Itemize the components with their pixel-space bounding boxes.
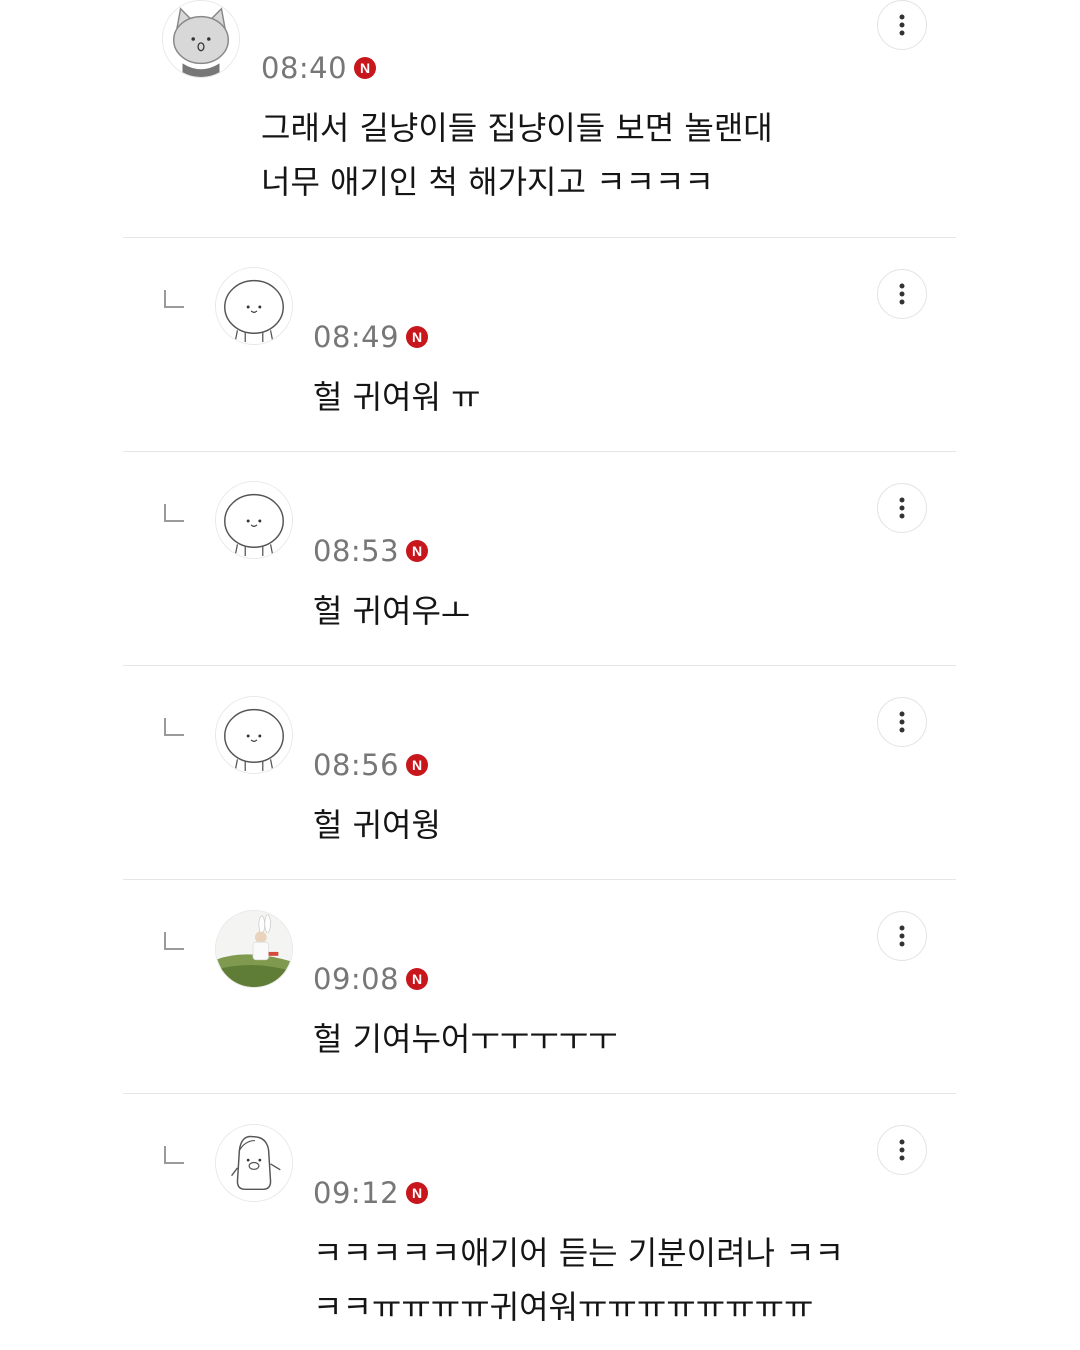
new-badge: N [406,540,429,562]
divider [123,879,956,880]
more-vertical-icon [899,711,905,733]
avatar[interactable] [215,481,293,559]
more-options-button[interactable] [877,697,927,747]
reply-arrow-icon [164,504,184,522]
comment-text-line: 헐 귀여우ㅗ [313,592,471,630]
comment-meta: 08:53 N [313,534,429,568]
comment-time: 08:53 [313,534,400,568]
comment-meta: 08:40 N [261,51,377,85]
comment-meta: 09:12 N [313,1176,429,1210]
comment-text-line: 헐 기여누어ㅜㅜㅜㅜㅜ [313,1020,618,1058]
more-options-button[interactable] [877,483,927,533]
comment-text-line: 너무 애기인 척 해가지고 ㅋㅋㅋㅋ [261,163,714,201]
comment-meta: 08:56 N [313,748,429,782]
more-vertical-icon [899,14,905,36]
comment-text-line: ㅋㅋㅋㅋㅋ애기어 듣는 기분이려나 ㅋㅋ [313,1234,844,1272]
more-options-button[interactable] [877,911,927,961]
comment-text-line: 헐 귀여워 ㅠ [313,378,481,416]
comment-time: 09:08 [313,962,400,996]
white-blob-avatar-icon [216,268,292,344]
more-options-button[interactable] [877,269,927,319]
white-blob-avatar-icon [216,697,292,773]
reply-arrow-icon [164,718,184,736]
more-options-button[interactable] [877,1125,927,1175]
avatar[interactable] [162,0,240,78]
more-vertical-icon [899,925,905,947]
comment-text-line: ㅋㅋㅠㅠㅠㅠ귀여워ㅠㅠㅠㅠㅠㅠㅠㅠ [313,1288,814,1326]
pig-avatar-icon [216,1125,292,1201]
reply-arrow-icon [164,1146,184,1164]
comment-time: 08:40 [261,51,348,85]
more-vertical-icon [899,283,905,305]
new-badge: N [406,1182,429,1204]
more-vertical-icon [899,497,905,519]
comment-meta: 08:49 N [313,320,429,354]
avatar[interactable] [215,1124,293,1202]
white-blob-avatar-icon [216,482,292,558]
divider [123,1093,956,1094]
more-vertical-icon [899,1139,905,1161]
divider [123,665,956,666]
more-options-button[interactable] [877,0,927,50]
comment-text-line: 헐 귀여웡 [313,806,441,844]
comment-time: 08:49 [313,320,400,354]
divider [123,237,956,238]
photo-avatar-icon [216,911,292,987]
new-badge: N [406,968,429,990]
gray-cat-avatar-icon [163,1,239,77]
comment-meta: 09:08 N [313,962,429,996]
comment-time: 09:12 [313,1176,400,1210]
comment-time: 08:56 [313,748,400,782]
avatar[interactable] [215,267,293,345]
avatar[interactable] [215,910,293,988]
new-badge: N [406,326,429,348]
new-badge: N [406,754,429,776]
comment-text-line: 그래서 길냥이들 집냥이들 보면 놀랜대 [261,109,773,147]
divider [123,451,956,452]
new-badge: N [354,57,377,79]
reply-arrow-icon [164,932,184,950]
avatar[interactable] [215,696,293,774]
reply-arrow-icon [164,290,184,308]
